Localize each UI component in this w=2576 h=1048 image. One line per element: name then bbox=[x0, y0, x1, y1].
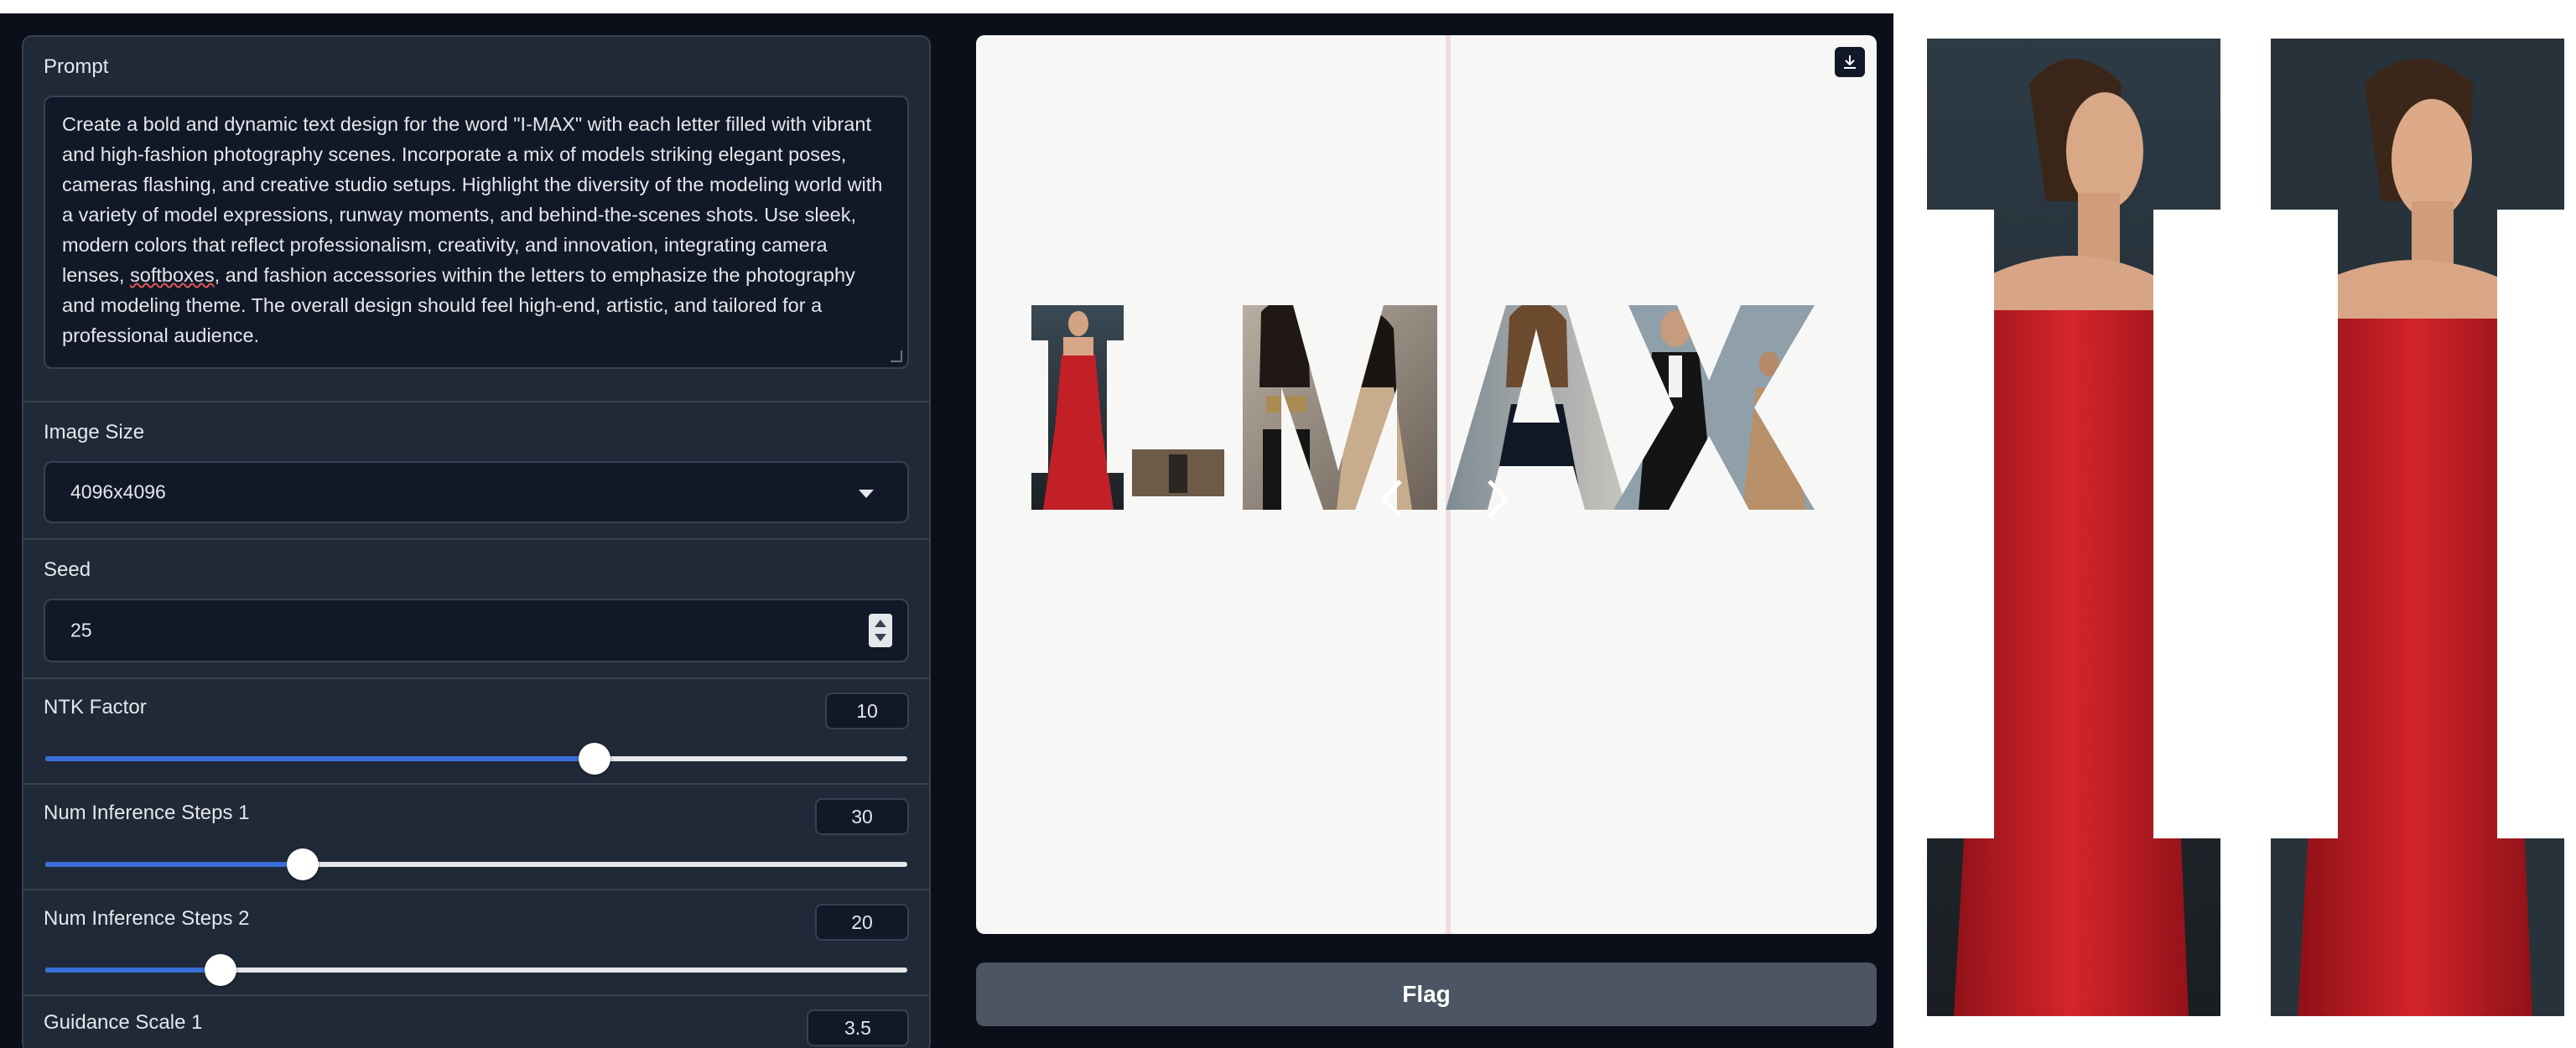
seed-stepper[interactable] bbox=[869, 614, 892, 647]
letter-X bbox=[1613, 305, 1815, 510]
slider-thumb[interactable] bbox=[204, 954, 236, 986]
slider-fill bbox=[45, 756, 595, 761]
guidance1-number[interactable]: 3.5 bbox=[807, 1009, 909, 1046]
image-size-block: Image Size 4096x4096 bbox=[23, 401, 929, 538]
image-size-label: Image Size bbox=[44, 421, 145, 444]
letter-M bbox=[1243, 305, 1437, 510]
steps1-block: Num Inference Steps 1 30 bbox=[23, 783, 929, 889]
slider-thumb[interactable] bbox=[287, 848, 319, 880]
steps2-block: Num Inference Steps 2 20 bbox=[23, 889, 929, 994]
steps2-number[interactable]: 20 bbox=[815, 904, 909, 941]
slider-fill bbox=[45, 862, 304, 867]
chevron-down-icon bbox=[859, 490, 874, 498]
prompt-text: Create a bold and dynamic text design fo… bbox=[62, 113, 883, 346]
steps1-slider[interactable] bbox=[45, 848, 907, 880]
flag-button[interactable]: Flag bbox=[976, 962, 1877, 1026]
next-arrow-icon[interactable] bbox=[1486, 478, 1509, 520]
seed-block: Seed 25 bbox=[23, 538, 929, 677]
steps2-slider[interactable] bbox=[45, 954, 907, 986]
ntk-factor-label: NTK Factor bbox=[44, 696, 147, 719]
output-image-panel bbox=[976, 35, 1877, 934]
seed-label: Seed bbox=[44, 558, 91, 581]
previous-arrow-icon[interactable] bbox=[1380, 478, 1404, 520]
zoom-crop-left bbox=[1920, 34, 2231, 1016]
prompt-textarea[interactable]: Create a bold and dynamic text design fo… bbox=[44, 96, 909, 369]
seed-value: 25 bbox=[70, 619, 92, 641]
steps2-label: Num Inference Steps 2 bbox=[44, 907, 250, 930]
resize-handle[interactable] bbox=[891, 350, 902, 362]
generated-image bbox=[1031, 305, 1815, 510]
prompt-block: Prompt Create a bold and dynamic text de… bbox=[23, 37, 929, 401]
image-size-value: 4096x4096 bbox=[70, 480, 166, 503]
zoom-image-right bbox=[2271, 39, 2564, 1016]
zoom-image-left bbox=[1927, 39, 2220, 1016]
misspelled-word: softboxes bbox=[130, 264, 215, 286]
ntk-factor-slider[interactable] bbox=[45, 743, 907, 775]
ntk-factor-number[interactable]: 10 bbox=[825, 693, 909, 729]
letter-A bbox=[1446, 305, 1627, 510]
download-icon bbox=[1844, 55, 1856, 69]
steps1-number[interactable]: 30 bbox=[815, 798, 909, 835]
app-window: Prompt Create a bold and dynamic text de… bbox=[0, 13, 1893, 1048]
slider-fill bbox=[45, 968, 221, 973]
steps1-label: Num Inference Steps 1 bbox=[44, 802, 250, 824]
prompt-label: Prompt bbox=[44, 55, 109, 78]
slider-thumb[interactable] bbox=[578, 743, 610, 775]
letter-I bbox=[1031, 305, 1124, 510]
guidance1-label: Guidance Scale 1 bbox=[44, 1011, 203, 1034]
zoom-crop-right bbox=[2264, 34, 2574, 1016]
letter-hyphen bbox=[1132, 449, 1224, 496]
ntk-factor-block: NTK Factor 10 bbox=[23, 677, 929, 783]
image-size-dropdown[interactable]: 4096x4096 bbox=[44, 461, 909, 523]
seed-input[interactable]: 25 bbox=[44, 599, 909, 662]
guidance1-block: Guidance Scale 1 3.5 bbox=[23, 994, 929, 1048]
settings-panel: Prompt Create a bold and dynamic text de… bbox=[22, 35, 931, 1048]
download-button[interactable] bbox=[1835, 47, 1865, 77]
